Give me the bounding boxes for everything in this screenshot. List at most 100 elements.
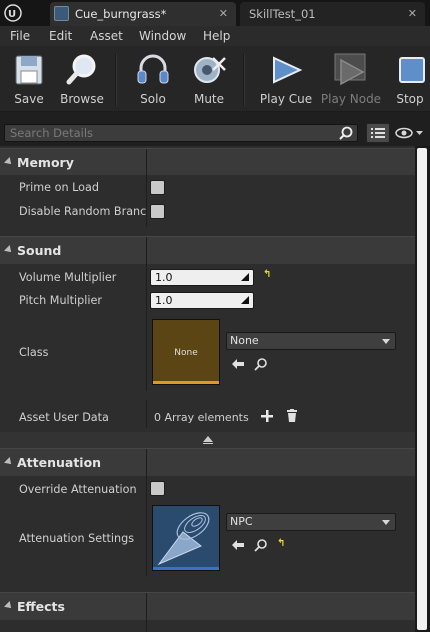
search-details-box[interactable] xyxy=(4,124,358,142)
toolbar-separator xyxy=(243,54,245,106)
save-button[interactable]: Save xyxy=(4,50,54,110)
tab-cue-burngrass[interactable]: Cue_burngrass* ✕ xyxy=(50,2,236,26)
toolbar-separator xyxy=(115,54,117,106)
asset-type-bar xyxy=(153,381,219,384)
view-options-button[interactable] xyxy=(366,123,390,143)
scrollbar-thumb[interactable] xyxy=(417,148,427,630)
details-panel: Memory Prime on Load Disable Random Bran… xyxy=(0,146,415,632)
search-icon[interactable] xyxy=(339,126,353,140)
menu-window[interactable]: Window xyxy=(139,29,186,43)
column-divider xyxy=(146,314,147,391)
menu-help[interactable]: Help xyxy=(203,29,230,43)
play-node-button[interactable]: Play Node xyxy=(320,50,382,110)
override-attenuation-checkbox[interactable] xyxy=(150,481,165,496)
advanced-expander[interactable] xyxy=(0,432,415,448)
use-selected-arrow-icon[interactable] xyxy=(231,358,245,370)
array-count: 0 Array elements xyxy=(154,411,249,424)
toolbar: Save Browse Solo Mute Play Cue Play Node… xyxy=(0,46,430,112)
property-disable-random-branch: Disable Random Branch Culling xyxy=(0,199,415,227)
svg-text:U: U xyxy=(8,9,16,20)
stop-icon xyxy=(399,57,425,83)
property-label: Asset User Data xyxy=(19,411,109,424)
category-label: Attenuation xyxy=(17,455,102,470)
sound-cue-icon xyxy=(54,6,69,21)
visibility-options-button[interactable] xyxy=(394,124,426,142)
category-sound[interactable]: Sound xyxy=(0,236,415,264)
menu-asset[interactable]: Asset xyxy=(90,29,123,43)
use-selected-arrow-icon[interactable] xyxy=(231,539,245,551)
browse-button[interactable]: Browse xyxy=(56,50,108,110)
play-icon xyxy=(273,56,303,84)
property-override-attenuation: Override Attenuation xyxy=(0,476,415,500)
column-divider xyxy=(146,593,147,620)
menu-bar: File Edit Asset Window Help xyxy=(0,26,430,46)
attenuation-cone-icon xyxy=(157,512,210,566)
volume-multiplier-input[interactable]: 1.0 xyxy=(150,269,254,286)
mute-button[interactable]: Mute xyxy=(184,50,234,110)
chevron-up-icon xyxy=(203,436,213,442)
unreal-logo-icon: U xyxy=(4,4,22,22)
stop-button[interactable]: Stop xyxy=(390,50,430,110)
disable-random-branch-checkbox[interactable] xyxy=(150,204,165,219)
pitch-multiplier-input[interactable]: 1.0 xyxy=(150,292,254,309)
category-label: Effects xyxy=(17,599,65,614)
expander-line xyxy=(203,443,213,444)
tab-skilltest[interactable]: SkillTest_01 ✕ xyxy=(240,2,425,26)
prime-on-load-checkbox[interactable] xyxy=(150,180,165,195)
attenuation-combo[interactable]: NPC xyxy=(226,513,396,531)
property-label: Class xyxy=(19,346,49,359)
reset-to-default-icon[interactable]: ↰ xyxy=(277,538,285,549)
mute-label: Mute xyxy=(193,92,225,106)
collapse-arrow-icon[interactable] xyxy=(4,157,14,167)
menu-file[interactable]: File xyxy=(10,29,30,43)
property-label: Attenuation Settings xyxy=(19,532,135,545)
close-icon[interactable]: ✕ xyxy=(408,3,417,25)
numeric-value: 1.0 xyxy=(155,294,173,307)
collapse-arrow-icon[interactable] xyxy=(4,245,14,255)
browse-magnifier-icon[interactable] xyxy=(254,538,268,552)
eye-icon xyxy=(395,127,423,139)
property-label: Disable Random Branch Culling xyxy=(19,205,146,218)
property-volume-multiplier: Volume Multiplier 1.0 ↰ xyxy=(0,264,415,288)
reset-to-default-icon[interactable]: ↰ xyxy=(263,269,271,280)
property-pitch-multiplier: Pitch Multiplier 1.0 xyxy=(0,288,415,314)
search-input[interactable] xyxy=(10,126,330,140)
play-node-icon xyxy=(334,53,366,86)
browse-magnifier-icon[interactable] xyxy=(254,357,268,371)
category-attenuation[interactable]: Attenuation xyxy=(0,448,415,476)
column-divider xyxy=(146,149,147,175)
column-divider xyxy=(146,288,147,314)
solo-label: Solo xyxy=(140,92,166,106)
details-scrollbar[interactable] xyxy=(415,146,430,632)
collapse-arrow-icon[interactable] xyxy=(4,601,14,611)
trash-icon[interactable] xyxy=(286,409,298,422)
collapse-arrow-icon[interactable] xyxy=(4,457,14,467)
close-icon[interactable]: ✕ xyxy=(219,3,228,25)
solo-button[interactable]: Solo xyxy=(128,50,178,110)
category-effects[interactable]: Effects xyxy=(0,592,415,620)
details-header xyxy=(0,112,430,146)
column-divider xyxy=(146,175,147,199)
property-asset-user-data: Asset User Data 0 Array elements xyxy=(0,400,415,428)
save-label: Save xyxy=(14,92,44,106)
browse-label: Browse xyxy=(60,92,104,106)
attenuation-thumbnail[interactable] xyxy=(152,505,220,571)
asset-type-bar xyxy=(153,567,219,570)
play-cue-button[interactable]: Play Cue xyxy=(258,50,314,110)
chevron-down-icon xyxy=(382,339,390,344)
property-label: Override Attenuation xyxy=(19,483,137,496)
property-class: Class None None xyxy=(0,314,415,391)
class-combo[interactable]: None xyxy=(226,332,396,350)
combo-value: NPC xyxy=(230,515,253,528)
column-divider xyxy=(146,500,147,576)
column-divider xyxy=(146,199,147,227)
category-memory[interactable]: Memory xyxy=(0,148,415,175)
save-icon xyxy=(15,55,43,85)
class-thumbnail[interactable]: None xyxy=(152,319,220,385)
column-divider xyxy=(146,476,147,500)
play-cue-label: Play Cue xyxy=(259,92,313,106)
thumbnail-label: None xyxy=(174,348,198,358)
menu-edit[interactable]: Edit xyxy=(49,29,72,43)
add-element-icon[interactable] xyxy=(261,410,273,422)
tab-label: SkillTest_01 xyxy=(249,7,316,21)
